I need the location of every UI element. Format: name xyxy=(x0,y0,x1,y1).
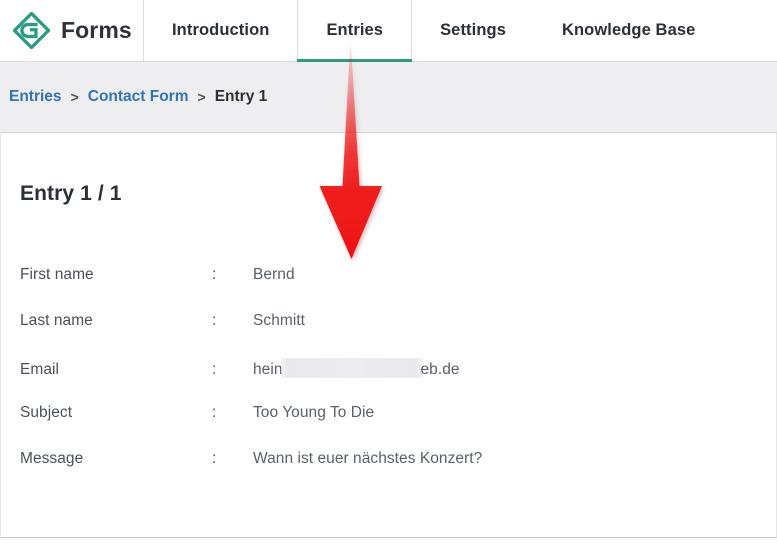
field-value: Schmitt xyxy=(253,312,306,329)
field-colon: : xyxy=(212,450,217,467)
breadcrumb-separator: > xyxy=(70,89,79,105)
field-colon: : xyxy=(212,404,217,421)
entry-detail-panel: Entry 1 / 1 First name : Bernd Last name… xyxy=(0,133,777,538)
forms-diamond-logo-icon xyxy=(13,12,50,49)
brand-title: Forms xyxy=(61,17,132,43)
field-row-last-name: Last name : Schmitt xyxy=(20,312,740,358)
field-row-subject: Subject : Too Young To Die xyxy=(20,404,740,450)
field-colon: : xyxy=(212,361,217,378)
field-row-first-name: First name : Bernd xyxy=(20,266,740,312)
tab-entries[interactable]: Entries xyxy=(297,0,413,62)
field-value: Too Young To Die xyxy=(253,404,375,421)
tab-list: Introduction Entries Settings Knowledge … xyxy=(144,0,777,62)
breadcrumb: Entries > Contact Form > Entry 1 xyxy=(0,62,777,133)
breadcrumb-item-entry-1: Entry 1 xyxy=(214,88,268,105)
field-value: Bernd xyxy=(253,266,295,283)
entry-field-list: First name : Bernd Last name : Schmitt E… xyxy=(20,266,740,496)
tab-introduction[interactable]: Introduction xyxy=(144,0,297,61)
field-label: Subject xyxy=(20,404,73,421)
field-colon: : xyxy=(212,312,217,329)
breadcrumb-item-entries[interactable]: Entries xyxy=(9,88,62,106)
field-row-email: Email : hein eb.de xyxy=(20,358,740,404)
field-label: First name xyxy=(20,266,94,283)
tab-settings[interactable]: Settings xyxy=(412,0,534,61)
page-title: Entry 1 / 1 xyxy=(20,182,122,205)
breadcrumb-item-contact-form[interactable]: Contact Form xyxy=(88,88,189,106)
top-navigation-bar: Forms Introduction Entries Settings Know… xyxy=(0,0,777,62)
field-value-email: hein eb.de xyxy=(253,358,740,379)
tab-knowledge-base[interactable]: Knowledge Base xyxy=(534,0,723,61)
field-row-message: Message : Wann ist euer nächstes Konzert… xyxy=(20,450,740,496)
app-root: Forms Introduction Entries Settings Know… xyxy=(0,0,777,559)
field-label: Last name xyxy=(20,312,93,329)
field-colon: : xyxy=(212,266,217,283)
field-label: Email xyxy=(20,361,60,378)
breadcrumb-separator: > xyxy=(197,89,206,105)
field-label: Message xyxy=(20,450,84,467)
email-redaction-block xyxy=(280,358,423,378)
field-value: Wann ist euer nächstes Konzert? xyxy=(253,450,483,467)
email-visible-suffix: eb.de xyxy=(420,361,460,378)
email-visible-prefix: hein xyxy=(253,361,283,378)
brand-area[interactable]: Forms xyxy=(0,0,144,61)
